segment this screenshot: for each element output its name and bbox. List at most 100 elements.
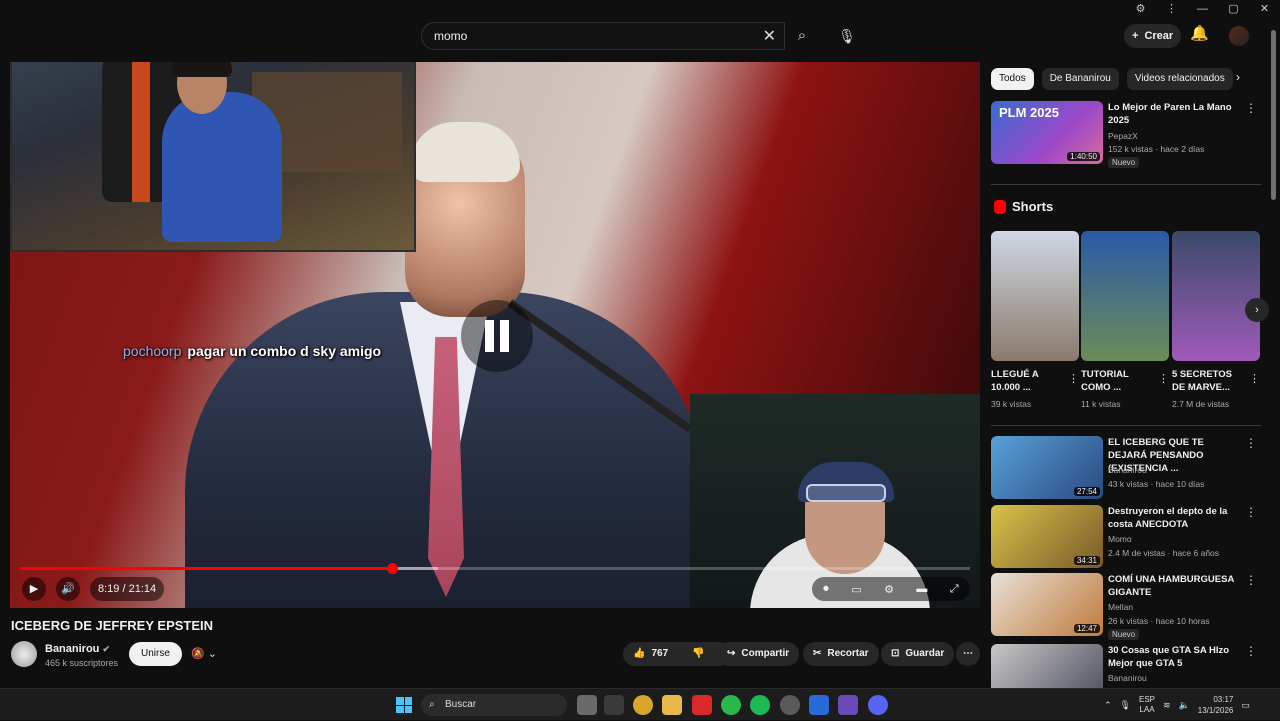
- chevron-right-icon[interactable]: ›: [1236, 70, 1240, 84]
- join-button[interactable]: Unirse: [129, 642, 182, 666]
- channel-name[interactable]: PepazX: [1108, 131, 1138, 141]
- more-options-icon[interactable]: ⋮: [1245, 505, 1257, 519]
- channel-name[interactable]: Bananirou: [1108, 465, 1147, 475]
- menu-icon[interactable]: ⋮: [1156, 0, 1187, 18]
- video-thumbnail[interactable]: PLM 2025 1:40:50: [991, 101, 1103, 164]
- more-options-icon[interactable]: ⋮: [1249, 372, 1260, 385]
- share-button[interactable]: ↪ Compartir: [717, 642, 800, 666]
- search-box[interactable]: momo ✕: [421, 22, 785, 50]
- short-item[interactable]: 5 SECRETOS DE MARVE... 2.7 M de vistas ⋮: [1172, 231, 1260, 411]
- recommended-video[interactable]: PLM 2025 1:40:50 Lo Mejor de Paren La Ma…: [991, 101, 1261, 168]
- video-thumbnail[interactable]: 34:31: [991, 505, 1103, 568]
- short-thumbnail[interactable]: [991, 231, 1079, 361]
- chip-from-channel[interactable]: De Bananirou: [1041, 68, 1119, 90]
- search-icon[interactable]: ⌕: [786, 22, 818, 50]
- short-item[interactable]: LLEGUÉ A 10.000 ... 39 k vistas ⋮: [991, 231, 1079, 411]
- minimize-button[interactable]: —: [1187, 0, 1218, 18]
- chevron-up-icon[interactable]: ⌃: [1104, 700, 1112, 711]
- chip-related[interactable]: Videos relacionados: [1126, 68, 1233, 90]
- autoplay-toggle[interactable]: ⏺: [823, 583, 829, 596]
- language-indicator[interactable]: ESP LAA: [1139, 695, 1155, 715]
- video-thumbnail[interactable]: [991, 644, 1103, 688]
- vscode-icon[interactable]: [809, 695, 829, 715]
- short-thumbnail[interactable]: [1081, 231, 1169, 361]
- clear-search-icon[interactable]: ✕: [763, 26, 776, 46]
- like-count[interactable]: 767: [651, 642, 668, 666]
- folder-icon[interactable]: [662, 695, 682, 715]
- wifi-icon[interactable]: ≋: [1163, 700, 1171, 711]
- channel-name[interactable]: Bananirou: [1108, 673, 1147, 683]
- more-options-icon[interactable]: ⋮: [1245, 436, 1257, 450]
- like-icon[interactable]: 👍: [633, 642, 645, 666]
- clock[interactable]: 03:17 13/1/2026: [1198, 694, 1234, 716]
- notifications-icon[interactable]: ▭: [1241, 700, 1250, 711]
- create-button[interactable]: + Crear: [1124, 24, 1182, 48]
- video-thumbnail[interactable]: 27:54: [991, 436, 1103, 499]
- short-title[interactable]: 5 SECRETOS DE MARVE...: [1172, 368, 1244, 394]
- close-window-button[interactable]: ✕: [1249, 0, 1280, 18]
- steam-icon[interactable]: [780, 695, 800, 715]
- scrollbar[interactable]: [1271, 30, 1276, 200]
- more-options-icon[interactable]: ⋮: [1245, 573, 1257, 587]
- settings-icon[interactable]: ⚙: [884, 583, 894, 596]
- whatsapp-icon[interactable]: [721, 695, 741, 715]
- more-options-icon[interactable]: ⋮: [1245, 644, 1257, 658]
- share-label: Compartir: [741, 648, 790, 659]
- recommended-video[interactable]: 30 Cosas que GTA SA HIzo Mejor que GTA 5…: [991, 644, 1261, 688]
- video-title[interactable]: COMÍ UNA HAMBURGUESA GIGANTE: [1108, 573, 1238, 599]
- account-avatar[interactable]: [1229, 26, 1249, 46]
- search-input[interactable]: momo: [434, 29, 467, 43]
- short-title[interactable]: TUTORIAL COMO ...: [1081, 368, 1153, 394]
- recommended-video[interactable]: 27:54 EL ICEBERG QUE TE DEJARÁ PENSANDO …: [991, 436, 1261, 500]
- channel-avatar[interactable]: [11, 641, 37, 667]
- progress-bar[interactable]: [20, 563, 970, 574]
- duration-badge: 12:47: [1073, 624, 1100, 633]
- speaker-icon[interactable]: 🔈: [1179, 700, 1190, 711]
- share-icon: ↪: [727, 648, 736, 659]
- volume-icon[interactable]: 🔊: [56, 577, 80, 601]
- store-icon[interactable]: [604, 695, 624, 715]
- fullscreen-icon[interactable]: ⤢: [950, 583, 959, 596]
- short-item[interactable]: TUTORIAL COMO ... 11 k vistas ⋮: [1081, 231, 1169, 411]
- bell-icon[interactable]: 🔔: [1190, 24, 1209, 42]
- clip-button[interactable]: ✂ Recortar: [803, 642, 879, 666]
- discord-icon[interactable]: [868, 695, 888, 715]
- subtitles-icon[interactable]: ▭: [851, 583, 861, 596]
- channel-name[interactable]: Bananirou ✔: [45, 643, 110, 655]
- short-title[interactable]: LLEGUÉ A 10.000 ...: [991, 368, 1063, 394]
- video-title[interactable]: Lo Mejor de Paren La Mano 2025: [1108, 101, 1238, 127]
- more-options-icon[interactable]: ⋮: [1068, 372, 1079, 385]
- recommended-video[interactable]: 12:47 COMÍ UNA HAMBURGUESA GIGANTE Mella…: [991, 573, 1261, 640]
- task-view-icon[interactable]: [577, 695, 597, 715]
- video-thumbnail[interactable]: 12:47: [991, 573, 1103, 636]
- theater-mode-icon[interactable]: ▬: [916, 583, 927, 595]
- notification-bell-icon[interactable]: 🔕 ⌄: [185, 642, 223, 666]
- video-title[interactable]: 30 Cosas que GTA SA HIzo Mejor que GTA 5: [1108, 644, 1238, 670]
- more-options-icon[interactable]: ⋮: [1158, 372, 1169, 385]
- windows-start-icon[interactable]: [396, 697, 412, 713]
- video-player[interactable]: pochoorp pagar un combo d sky amigo ▶ 🔊 8…: [10, 62, 980, 608]
- channel-name[interactable]: Mellan: [1108, 602, 1133, 612]
- taskbar-search[interactable]: ⌕ Buscar: [421, 694, 567, 716]
- channel-name[interactable]: Momo: [1108, 534, 1132, 544]
- microphone-icon[interactable]: 🎙: [1120, 700, 1131, 711]
- youtube-app-icon[interactable]: [692, 695, 712, 715]
- save-button[interactable]: ⊡ Guardar: [881, 642, 955, 666]
- recommended-video[interactable]: 34:31 Destruyeron el depto de la costa A…: [991, 505, 1261, 569]
- chrome-icon[interactable]: [633, 695, 653, 715]
- channel-name-text[interactable]: Bananirou: [45, 643, 99, 655]
- video-title[interactable]: Destruyeron el depto de la costa ANECDOT…: [1108, 505, 1238, 531]
- game-icon[interactable]: [838, 695, 858, 715]
- chevron-right-icon[interactable]: ›: [1245, 298, 1269, 322]
- play-icon[interactable]: ▶: [22, 577, 46, 601]
- microphone-icon[interactable]: 🎙: [832, 22, 862, 50]
- extensions-icon[interactable]: ⚙: [1125, 0, 1156, 18]
- more-options-icon[interactable]: ⋮: [1245, 101, 1257, 115]
- pause-icon[interactable]: [461, 300, 533, 372]
- more-actions-icon[interactable]: ⋯: [956, 642, 980, 666]
- spotify-icon[interactable]: [750, 695, 770, 715]
- short-thumbnail[interactable]: [1172, 231, 1260, 361]
- dislike-icon[interactable]: 👎: [692, 642, 704, 666]
- maximize-button[interactable]: ▢: [1218, 0, 1249, 18]
- chip-all[interactable]: Todos: [991, 68, 1034, 90]
